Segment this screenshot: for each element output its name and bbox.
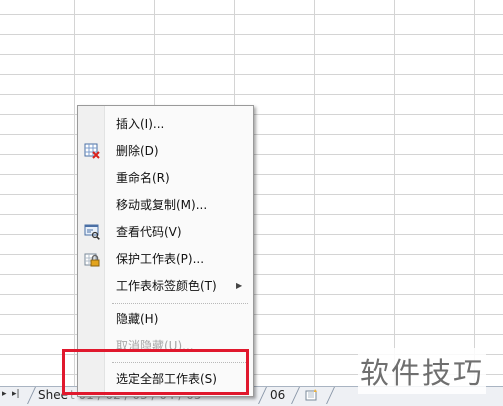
menu-separator bbox=[112, 303, 248, 304]
menu-item-label: 重命名(R) bbox=[116, 171, 170, 185]
scroll-tabs-last-button[interactable]: ▸| bbox=[12, 389, 20, 399]
menu-item-hide[interactable]: 隐藏(H) bbox=[78, 308, 253, 330]
watermark-text: 软件技巧 bbox=[358, 348, 487, 394]
menu-item-label: 插入(I)... bbox=[116, 117, 165, 131]
menu-item-move-or-copy[interactable]: 移动或复制(M)... bbox=[78, 194, 253, 216]
menu-item-delete[interactable]: 删除(D) bbox=[78, 140, 253, 162]
tab-separator bbox=[258, 387, 267, 404]
menu-item-rename[interactable]: 重命名(R) bbox=[78, 167, 253, 189]
delete-sheet-icon bbox=[84, 143, 100, 159]
menu-item-tab-color[interactable]: 工作表标签颜色(T) ▶ bbox=[78, 275, 253, 297]
scroll-tabs-next-button[interactable]: ▸ bbox=[2, 389, 7, 399]
tab-separator bbox=[27, 387, 36, 404]
menu-item-label: 隐藏(H) bbox=[116, 312, 159, 326]
menu-item-label: 删除(D) bbox=[116, 144, 159, 158]
sheet-tab-06[interactable]: 06 bbox=[270, 388, 285, 403]
menu-item-insert[interactable]: 插入(I)... bbox=[78, 113, 253, 135]
tab-separator bbox=[326, 387, 335, 404]
submenu-arrow-icon: ▶ bbox=[236, 281, 243, 290]
menu-item-protect-sheet[interactable]: 保护工作表(P)... bbox=[78, 248, 253, 270]
menu-item-label: 保护工作表(P)... bbox=[116, 252, 205, 266]
protect-sheet-lock-icon bbox=[84, 251, 100, 267]
view-code-icon bbox=[84, 224, 100, 240]
menu-item-label: 查看代码(V) bbox=[116, 225, 182, 239]
menu-item-label: 移动或复制(M)... bbox=[116, 198, 208, 212]
tab-separator bbox=[291, 387, 300, 404]
highlight-box bbox=[62, 349, 249, 395]
insert-sheet-icon[interactable] bbox=[304, 388, 320, 402]
menu-item-view-code[interactable]: 查看代码(V) bbox=[78, 221, 253, 243]
menu-item-label: 工作表标签颜色(T) bbox=[116, 279, 217, 293]
